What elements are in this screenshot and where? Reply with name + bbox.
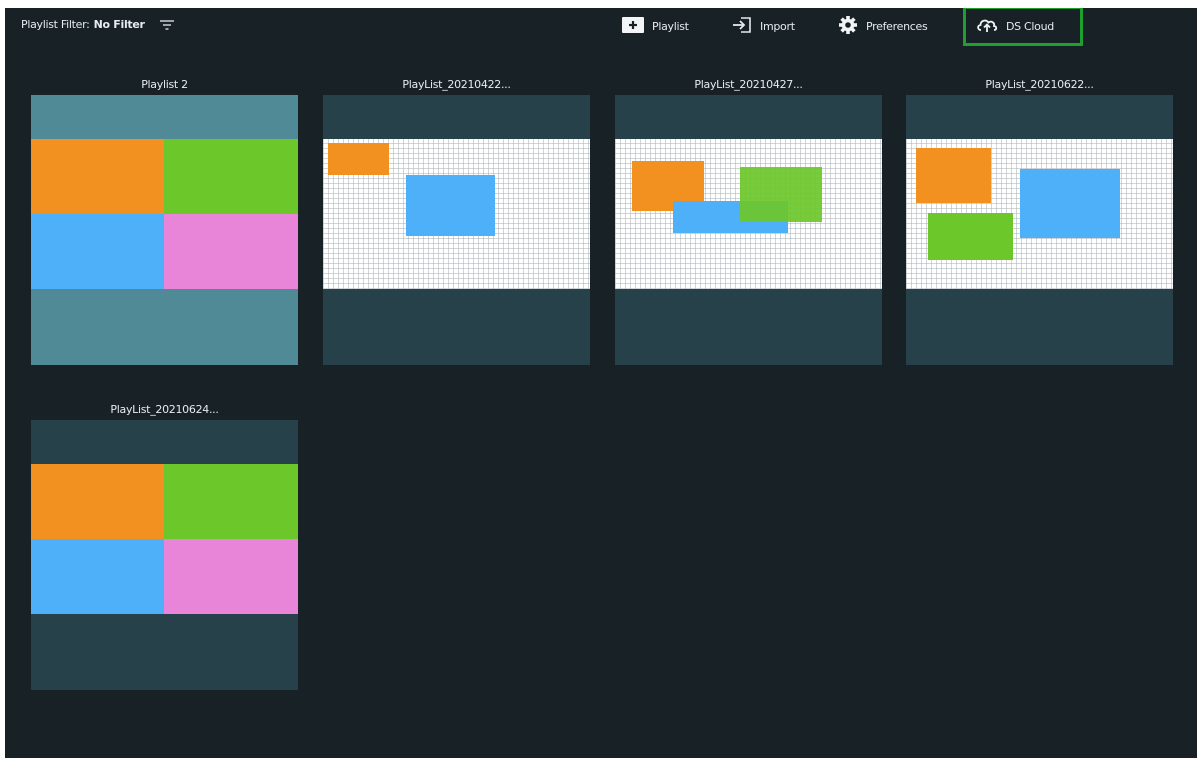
playlist-thumbnail[interactable] — [615, 95, 882, 365]
playlist-tile[interactable]: PlayList_20210624... — [31, 403, 298, 690]
zone-blue — [31, 539, 164, 614]
playlist-tile[interactable]: PlayList_20210622... — [906, 78, 1173, 365]
zone-pink — [164, 214, 298, 289]
preferences-label: Preferences — [866, 19, 928, 33]
add-playlist-button[interactable]: Playlist — [622, 16, 689, 36]
thumbnail-bottom-band — [31, 289, 298, 365]
thumbnail-content — [615, 139, 882, 289]
filter-label: Playlist Filter: — [21, 18, 90, 31]
thumbnail-top-band — [615, 95, 882, 139]
zone-orange — [916, 148, 991, 203]
thumbnail-bottom-band — [323, 289, 590, 365]
filter-icon[interactable] — [159, 19, 175, 31]
zone-green — [164, 139, 298, 214]
plus-box-icon — [622, 16, 644, 36]
thumbnail-top-band — [31, 95, 298, 139]
thumbnail-bottom-band — [906, 289, 1173, 365]
thumbnail-bottom-band — [31, 614, 298, 690]
thumbnail-top-band — [906, 95, 1173, 139]
import-button[interactable]: Import — [732, 16, 795, 36]
toolbar: Playlist Filter: No Filter Playlist Impo… — [5, 8, 1197, 48]
import-icon — [732, 16, 752, 37]
playlist-tile[interactable]: Playlist 2 — [31, 78, 298, 365]
thumbnail-bottom-band — [615, 289, 882, 365]
playlist-filter[interactable]: Playlist Filter: No Filter — [21, 18, 175, 31]
import-label: Import — [760, 19, 795, 33]
ds-cloud-label: DS Cloud — [1006, 19, 1054, 33]
playlist-thumbnail[interactable] — [906, 95, 1173, 365]
playlist-tile[interactable]: PlayList_20210427... — [615, 78, 882, 365]
zone-orange — [31, 464, 164, 539]
playlist-title: Playlist 2 — [141, 78, 188, 91]
zone-green — [740, 167, 822, 222]
playlist-thumbnail[interactable] — [31, 420, 298, 690]
playlist-title: PlayList_20210427... — [694, 78, 803, 91]
zone-orange — [31, 139, 164, 214]
zone-green — [164, 464, 298, 539]
playlist-thumbnail[interactable] — [323, 95, 590, 365]
playlist-title: PlayList_20210624... — [110, 403, 219, 416]
playlist-title: PlayList_20210422... — [402, 78, 511, 91]
zone-pink — [164, 539, 298, 614]
zone-green — [928, 213, 1013, 260]
playlist-tile[interactable]: PlayList_20210422... — [323, 78, 590, 365]
thumbnail-top-band — [323, 95, 590, 139]
thumbnail-content — [906, 139, 1173, 289]
ds-cloud-button[interactable]: DS Cloud — [963, 8, 1083, 46]
playlist-window: Playlist Filter: No Filter Playlist Impo… — [5, 8, 1197, 758]
zone-blue — [31, 214, 164, 289]
thumbnail-content — [31, 464, 298, 614]
zone-orange — [328, 143, 389, 175]
zone-blue — [1020, 169, 1120, 238]
add-playlist-label: Playlist — [652, 19, 689, 33]
thumbnail-content — [323, 139, 590, 289]
filter-value: No Filter — [93, 18, 145, 31]
zone-blue — [406, 175, 495, 236]
preferences-button[interactable]: Preferences — [838, 15, 928, 38]
cloud-upload-icon — [976, 17, 998, 36]
playlist-thumbnail[interactable] — [31, 95, 298, 365]
thumbnail-content — [31, 139, 298, 289]
gear-icon — [838, 15, 858, 38]
thumbnail-top-band — [31, 420, 298, 464]
playlist-title: PlayList_20210622... — [985, 78, 1094, 91]
